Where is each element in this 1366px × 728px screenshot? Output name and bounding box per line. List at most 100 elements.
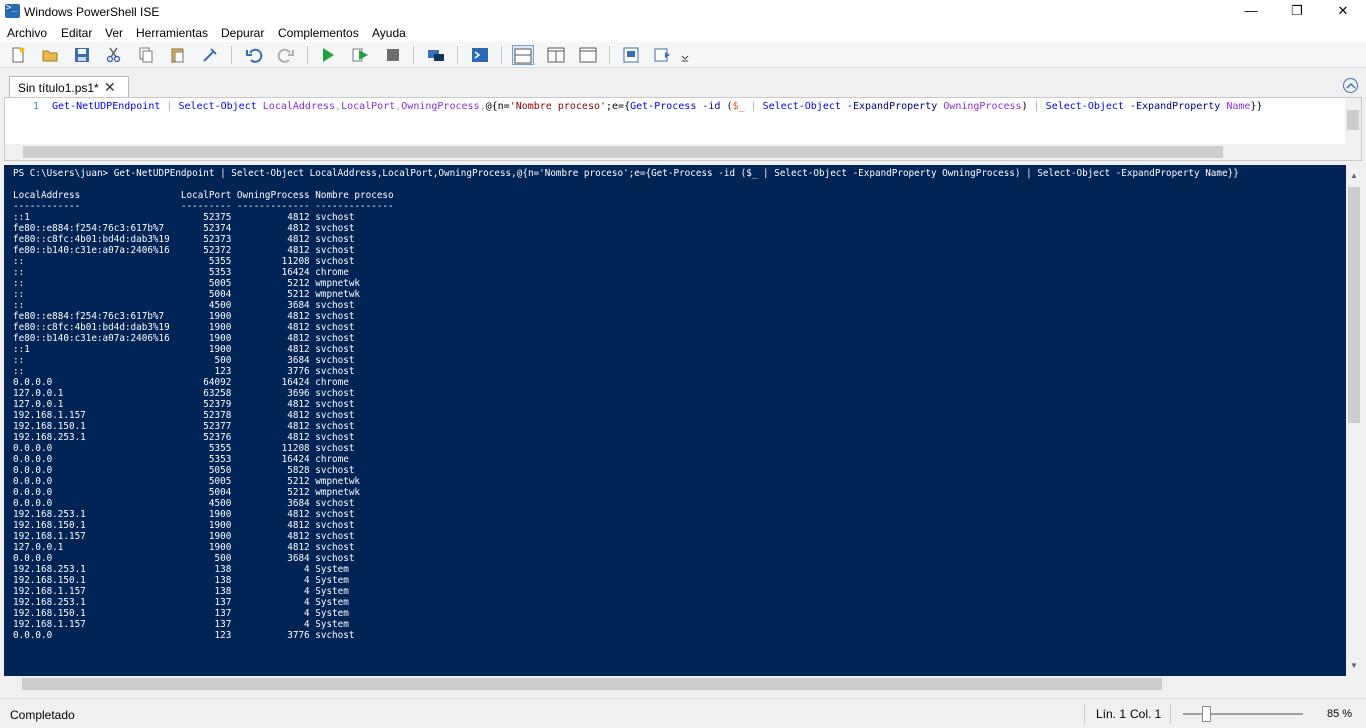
script-vertical-scrollbar[interactable] [1345,98,1361,144]
redo-icon[interactable] [277,46,295,64]
menu-herramientas[interactable]: Herramientas [136,26,208,40]
status-text: Completado [10,708,75,722]
console-table-row: 192.168.150.1 137 4 System [13,608,349,619]
restore-button[interactable]: ❐ [1274,0,1320,23]
title-bar: Windows PowerShell ISE — ❐ ✕ [0,0,1366,23]
powershell-console-icon[interactable] [471,46,489,64]
powershell-icon [5,3,20,18]
layout-top-icon[interactable] [512,45,534,65]
console-table-row: 192.168.253.1 52376 4812 svchost [13,432,355,443]
tab-close-icon[interactable]: ✕ [104,79,116,96]
cut-icon[interactable] [105,46,123,64]
menu-archivo[interactable]: Archivo [7,26,47,40]
new-file-icon[interactable] [9,46,27,64]
console-table-row: fe80::b140:c31e:a07a:2406%16 52372 4812 … [13,245,355,256]
code-token: $_ [732,101,745,112]
menu-ayuda[interactable]: Ayuda [372,26,406,40]
scroll-up-icon[interactable]: ▲ [1350,171,1358,180]
code-token: Select-Object [178,101,257,112]
status-separator [1084,704,1085,724]
status-bar: Completado Lín. 1 Col. 1 85 % [0,698,1366,728]
console-table-row: 127.0.0.1 1900 4812 svchost [13,542,355,553]
code-token: ;e={ [606,101,631,112]
code-token: Get-NetUDPEndpoint [52,101,161,112]
console-table-row: 192.168.150.1 138 4 System [13,575,349,586]
close-button[interactable]: ✕ [1320,0,1366,23]
collapse-script-pane-icon[interactable] [1343,78,1358,93]
remote-powershell-icon[interactable] [427,46,445,64]
clear-output-icon[interactable] [201,46,219,64]
line-number-gutter: 1 [5,98,49,144]
console-vertical-scrollbar[interactable]: ▲ ▼ [1346,165,1362,676]
open-folder-icon[interactable] [41,46,59,64]
toolbar-separator [609,46,610,64]
script-horizontal-scrollbar[interactable] [5,144,1361,160]
script-code-line[interactable]: Get-NetUDPEndpoint | Select-Object Local… [52,101,1262,112]
console-table-row: 127.0.0.1 63258 3696 svchost [13,388,355,399]
layout-right-icon[interactable] [547,46,565,64]
code-token: -ExpandProperty [846,101,938,112]
zoom-slider-thumb[interactable] [1202,706,1211,722]
console-table-row: 192.168.150.1 52377 4812 svchost [13,421,355,432]
toolbar-separator [231,46,232,64]
console-output[interactable]: PS C:\Users\juan> Get-NetUDPEndpoint | S… [13,168,1345,673]
code-token: Select-Object [1045,101,1124,112]
script-editor-pane[interactable]: 1 Get-NetUDPEndpoint | Select-Object Loc… [4,97,1362,161]
toolbar-separator [307,46,308,64]
layout-max-icon[interactable] [579,46,597,64]
code-token: LocalAddress [262,101,336,112]
toolbar-separator [501,46,502,64]
console-table-row: ::1 1900 4812 svchost [13,344,355,355]
scroll-thumb[interactable] [1348,187,1360,423]
scroll-thumb[interactable] [23,146,1223,158]
console-table-row: 0.0.0.0 5353 16424 chrome [13,454,349,465]
code-token: Name [1226,101,1251,112]
console-table-row: 0.0.0.0 5004 5212 wmpnetwk [13,487,361,498]
console-pane[interactable]: PS C:\Users\juan> Get-NetUDPEndpoint | S… [4,165,1362,692]
console-table-row: 192.168.150.1 1900 4812 svchost [13,520,355,531]
zoom-slider-track[interactable] [1183,713,1303,715]
toolbar-overflow-icon[interactable] [680,46,690,64]
console-table-row: 192.168.1.157 1900 4812 svchost [13,531,355,542]
console-table-row: 192.168.1.157 52378 4812 svchost [13,410,355,421]
cursor-line: Lín. 1 [1096,707,1127,721]
menu-bar: Archivo Editar Ver Herramientas Depurar … [0,23,1366,42]
toolbar-separator [413,46,414,64]
console-horizontal-scrollbar[interactable] [4,676,1362,692]
status-separator [1170,704,1171,724]
menu-ver[interactable]: Ver [105,26,123,40]
console-table-row: :: 4500 3684 svchost [13,300,355,311]
menu-complementos[interactable]: Complementos [278,26,359,40]
zoom-level: 85 % [1327,708,1353,720]
save-icon[interactable] [73,46,91,64]
show-commands-icon[interactable] [654,46,672,64]
toolbar-separator [457,46,458,64]
code-token: LocalPort [341,101,396,112]
run-script-icon[interactable] [319,46,337,64]
undo-icon[interactable] [245,46,263,64]
paste-icon[interactable] [169,46,187,64]
run-selection-icon[interactable] [351,46,369,64]
tab-sin-titulo1[interactable]: Sin título1.ps1* ✕ [9,76,129,98]
console-table-row: 0.0.0.0 123 3776 svchost [13,630,355,641]
stop-icon[interactable] [384,46,402,64]
minimize-button[interactable]: — [1228,0,1274,23]
script-tab-strip: Sin título1.ps1* ✕ [0,72,1366,98]
menu-editar[interactable]: Editar [61,26,92,40]
menu-depurar[interactable]: Depurar [221,26,264,40]
console-header-row: LocalAddress LocalPort OwningProcess Nom… [13,190,394,201]
console-table-row: 0.0.0.0 5355 11208 svchost [13,443,355,454]
console-table-row: 0.0.0.0 5050 5828 svchost [13,465,355,476]
show-script-pane-icon[interactable] [622,46,640,64]
scroll-thumb[interactable] [1347,110,1359,130]
console-table-row: fe80::b140:c31e:a07a:2406%16 1900 4812 s… [13,333,355,344]
console-table-row: 0.0.0.0 500 3684 svchost [13,553,355,564]
copy-icon[interactable] [137,46,155,64]
scroll-down-icon[interactable]: ▼ [1350,661,1358,670]
scroll-thumb[interactable] [22,678,1162,690]
console-table-row: fe80::e884:f254:76c3:617b%7 52374 4812 s… [13,223,355,234]
console-table-row: 0.0.0.0 4500 3684 svchost [13,498,355,509]
console-table-row: fe80::e884:f254:76c3:617b%7 1900 4812 sv… [13,311,355,322]
code-token: OwningProcess [943,101,1022,112]
